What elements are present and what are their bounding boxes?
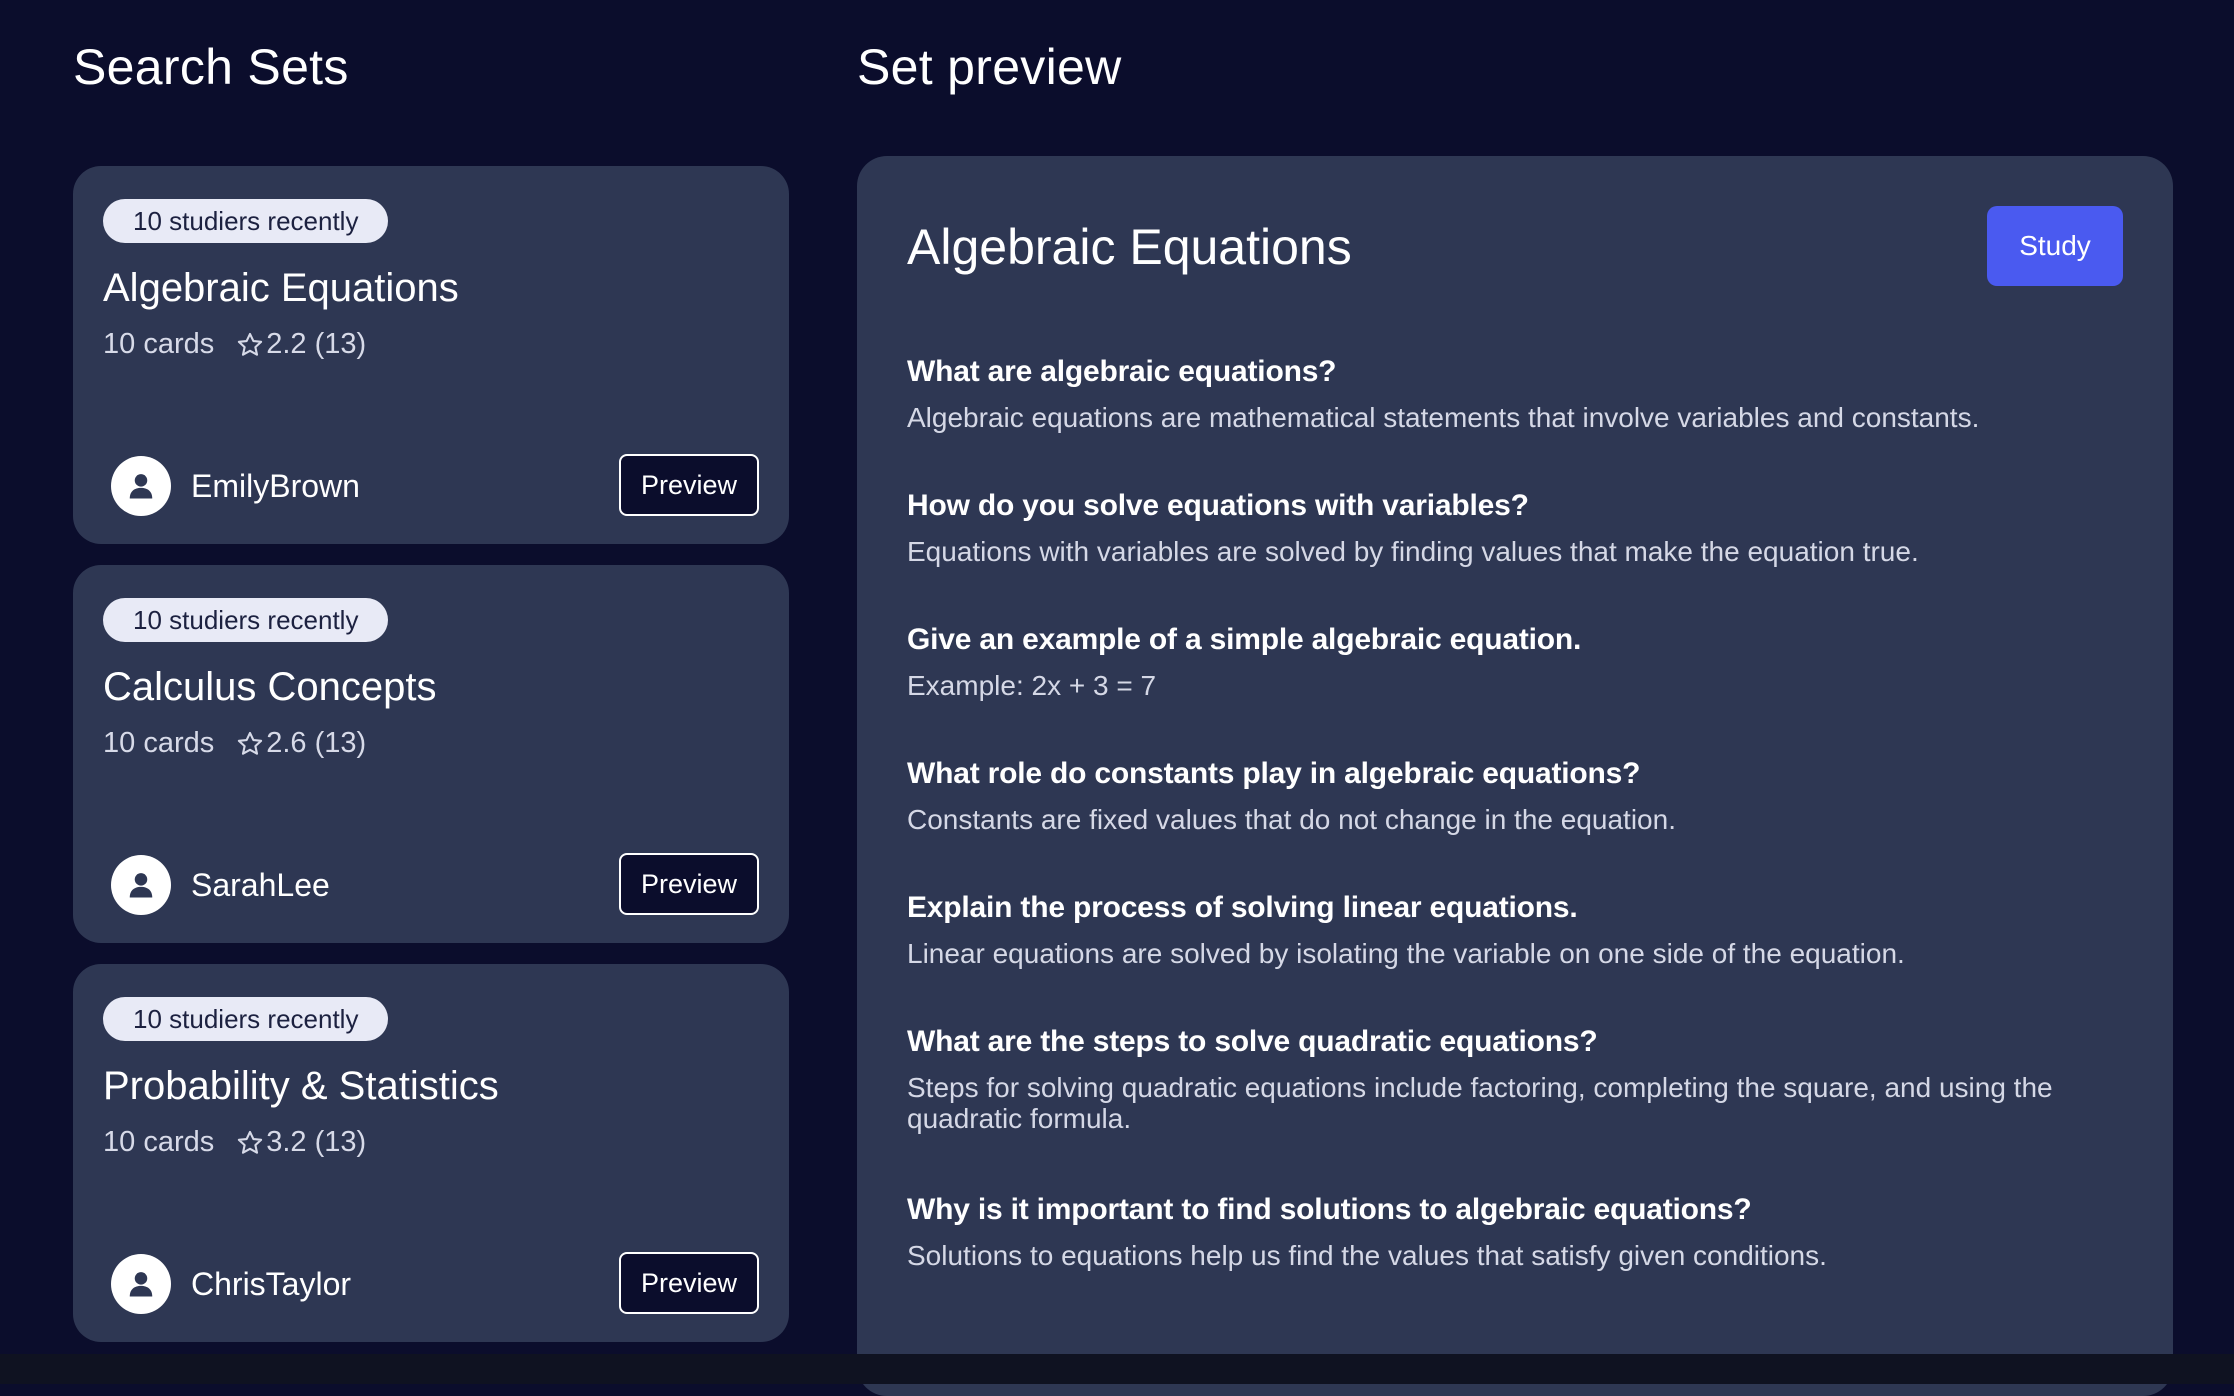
set-card[interactable]: 10 studiers recently Probability & Stati… — [73, 964, 789, 1342]
flashcard-question: Explain the process of solving linear eq… — [907, 891, 1578, 924]
set-footer: SarahLee Preview — [111, 853, 759, 917]
flashcard-question: What are the steps to solve quadratic eq… — [907, 1025, 1598, 1058]
user-icon — [129, 474, 153, 499]
avatar — [111, 1254, 171, 1314]
set-title: Probability & Statistics — [103, 1064, 499, 1108]
set-title: Calculus Concepts — [103, 665, 437, 709]
search-sets-title: Search Sets — [73, 39, 349, 95]
star-outline-icon — [238, 731, 263, 755]
user-icon — [129, 1272, 153, 1297]
set-rating: 3.2 (13) — [266, 1126, 367, 1158]
set-title: Algebraic Equations — [103, 266, 459, 310]
star-outline-icon — [238, 332, 263, 356]
flashcard-item: Give an example of a simple algebraic eq… — [907, 620, 2127, 754]
flashcard-question: Give an example of a simple algebraic eq… — [907, 623, 1582, 656]
author-name[interactable]: EmilyBrown — [191, 468, 360, 505]
flashcard-item: What are the steps to solve quadratic eq… — [907, 1022, 2127, 1190]
flashcard-item: Explain the process of solving linear eq… — [907, 888, 2127, 1022]
flashcard-item: What are algebraic equations? Algebraic … — [907, 352, 2127, 486]
flashcard-question: What are algebraic equations? — [907, 355, 1337, 388]
star-outline-icon — [238, 1130, 263, 1154]
author-name[interactable]: SarahLee — [191, 867, 330, 904]
set-card[interactable]: 10 studiers recently Calculus Concepts 1… — [73, 565, 789, 943]
flashcard-answer: Constants are fixed values that do not c… — [907, 804, 1676, 835]
author-name[interactable]: ChrisTaylor — [191, 1266, 351, 1303]
avatar — [111, 456, 171, 516]
flashcard-question: How do you solve equations with variable… — [907, 489, 1529, 522]
cards-count: 10 cards — [103, 727, 215, 759]
set-card[interactable]: 10 studiers recently Algebraic Equations… — [73, 166, 789, 544]
set-rating: 2.6 (13) — [266, 727, 367, 759]
flashcard-item: What role do constants play in algebraic… — [907, 754, 2127, 888]
set-footer: EmilyBrown Preview — [111, 454, 759, 518]
studiers-badge: 10 studiers recently — [103, 598, 389, 642]
preview-panel[interactable]: Algebraic Equations Study What are algeb… — [857, 156, 2173, 1396]
flashcard-answer: Equations with variables are solved by f… — [907, 536, 1919, 567]
flashcard-answer: Algebraic equations are mathematical sta… — [907, 402, 1980, 433]
flashcard-question: What role do constants play in algebraic… — [907, 757, 1641, 790]
studiers-badge: 10 studiers recently — [103, 997, 389, 1041]
cards-count: 10 cards — [103, 1126, 215, 1158]
study-button[interactable]: Study — [1987, 206, 2123, 286]
flashcard-item: Why is it important to find solutions to… — [907, 1190, 2127, 1324]
set-meta: 10 cards 2.6 (13) — [103, 727, 366, 760]
preview-button[interactable]: Preview — [619, 853, 759, 915]
preview-button[interactable]: Preview — [619, 1252, 759, 1314]
set-preview-title: Set preview — [857, 39, 1122, 95]
flashcard-answer: Example: 2x + 3 = 7 — [907, 670, 1157, 701]
bottom-strip — [0, 1354, 2234, 1384]
flashcard-answer: Linear equations are solved by isolating… — [907, 938, 1905, 969]
set-footer: ChrisTaylor Preview — [111, 1252, 759, 1316]
avatar — [111, 855, 171, 915]
preview-button[interactable]: Preview — [619, 454, 759, 516]
user-icon — [129, 873, 153, 898]
flashcard-list: What are algebraic equations? Algebraic … — [907, 352, 2127, 1324]
set-meta: 10 cards 3.2 (13) — [103, 1126, 366, 1159]
set-rating: 2.2 (13) — [266, 328, 367, 360]
flashcard-answer: Solutions to equations help us find the … — [907, 1240, 1827, 1271]
flashcard-question: Why is it important to find solutions to… — [907, 1193, 1752, 1226]
preview-set-title: Algebraic Equations — [907, 219, 1352, 275]
studiers-badge: 10 studiers recently — [103, 199, 389, 243]
flashcard-answer: Steps for solving quadratic equations in… — [907, 1072, 2053, 1134]
cards-count: 10 cards — [103, 328, 215, 360]
flashcard-item: How do you solve equations with variable… — [907, 486, 2127, 620]
set-meta: 10 cards 2.2 (13) — [103, 328, 366, 361]
